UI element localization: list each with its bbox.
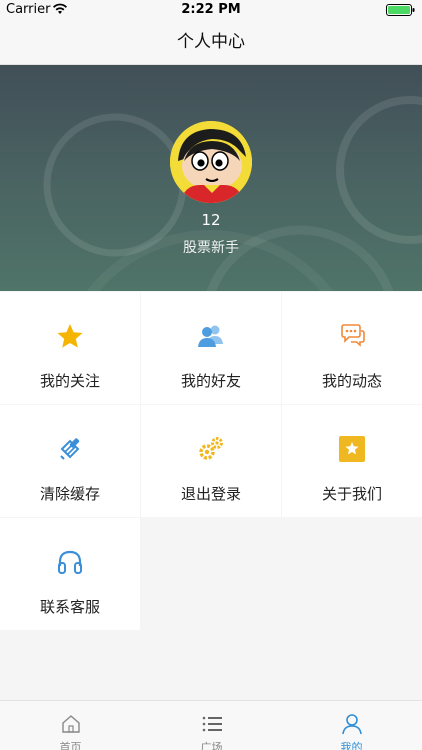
menu-item-label: 关于我们 (321, 485, 382, 503)
battery-icon (386, 4, 415, 16)
headphones-icon (58, 550, 82, 574)
about-star-icon (339, 436, 365, 462)
username: 12 (201, 211, 221, 229)
menu-item-label: 退出登录 (180, 485, 241, 503)
tab-bar: 首页 广场 我的 (0, 700, 422, 750)
menu-item-clear-cache[interactable]: 清除缓存 (0, 405, 140, 517)
menu-item-about-us[interactable]: 关于我们 (282, 405, 422, 517)
friends-icon (198, 325, 223, 347)
person-icon (342, 714, 362, 735)
gears-icon (199, 437, 223, 460)
tab-square[interactable]: 广场 (141, 701, 282, 750)
chat-icon (341, 324, 365, 347)
menu-item-label: 我的关注 (39, 372, 100, 390)
nav-bar: 个人中心 (0, 20, 422, 65)
menu-item-my-follows[interactable]: 我的关注 (0, 292, 140, 404)
cartoon-face-icon (170, 121, 252, 203)
tab-home[interactable]: 首页 (0, 701, 141, 750)
user-level: 股票新手 (183, 240, 239, 256)
list-icon (202, 716, 222, 732)
tab-label: 我的 (340, 741, 363, 750)
menu-item-my-posts[interactable]: 我的动态 (282, 292, 422, 404)
menu-item-logout[interactable]: 退出登录 (141, 405, 281, 517)
menu-item-label: 我的动态 (321, 372, 382, 390)
tab-label: 首页 (59, 741, 82, 750)
menu-item-label: 清除缓存 (39, 485, 100, 503)
avatar[interactable] (170, 121, 252, 203)
status-bar: Carrier 2:22 PM (0, 0, 422, 20)
page-title: 个人中心 (177, 32, 245, 52)
status-time: 2:22 PM (181, 2, 241, 17)
broom-icon (60, 438, 80, 460)
star-icon (57, 324, 83, 348)
tab-label: 广场 (200, 741, 223, 750)
menu-item-label: 我的好友 (180, 372, 241, 390)
profile-header: 12 股票新手 (0, 65, 422, 291)
tab-mine[interactable]: 我的 (281, 701, 422, 750)
menu-item-customer-service[interactable]: 联系客服 (0, 518, 140, 630)
home-icon (62, 715, 80, 733)
menu-item-label: 联系客服 (39, 598, 100, 616)
menu-item-my-friends[interactable]: 我的好友 (141, 292, 281, 404)
